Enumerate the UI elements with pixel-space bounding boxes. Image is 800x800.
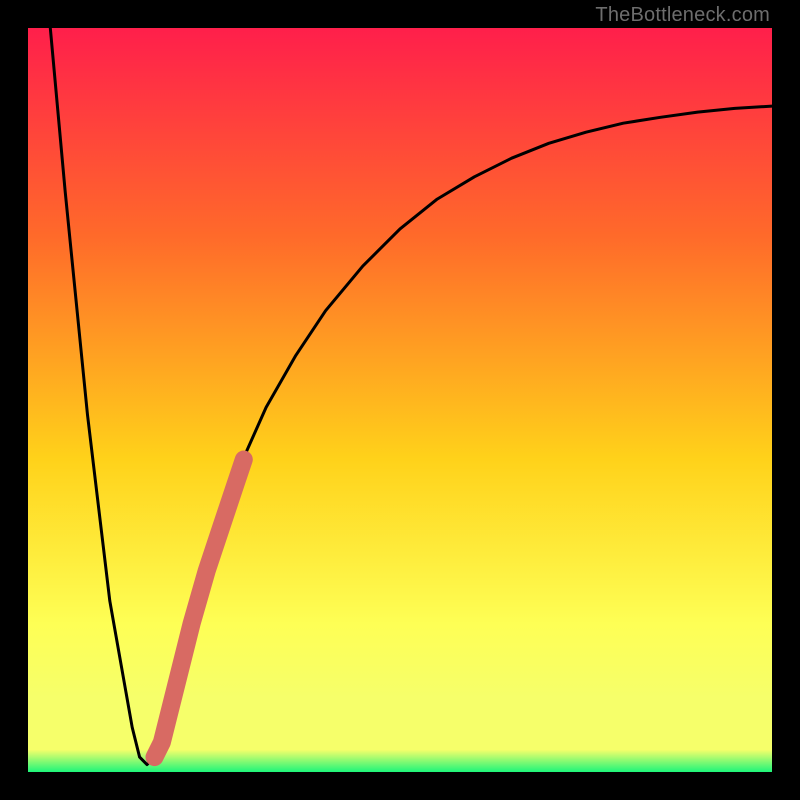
chart-overlay <box>28 28 772 772</box>
bottleneck-curve <box>50 28 772 765</box>
plot-area <box>28 28 772 772</box>
chart-frame: TheBottleneck.com <box>0 0 800 800</box>
watermark-text: TheBottleneck.com <box>595 4 770 27</box>
highlight-segment <box>155 460 244 758</box>
